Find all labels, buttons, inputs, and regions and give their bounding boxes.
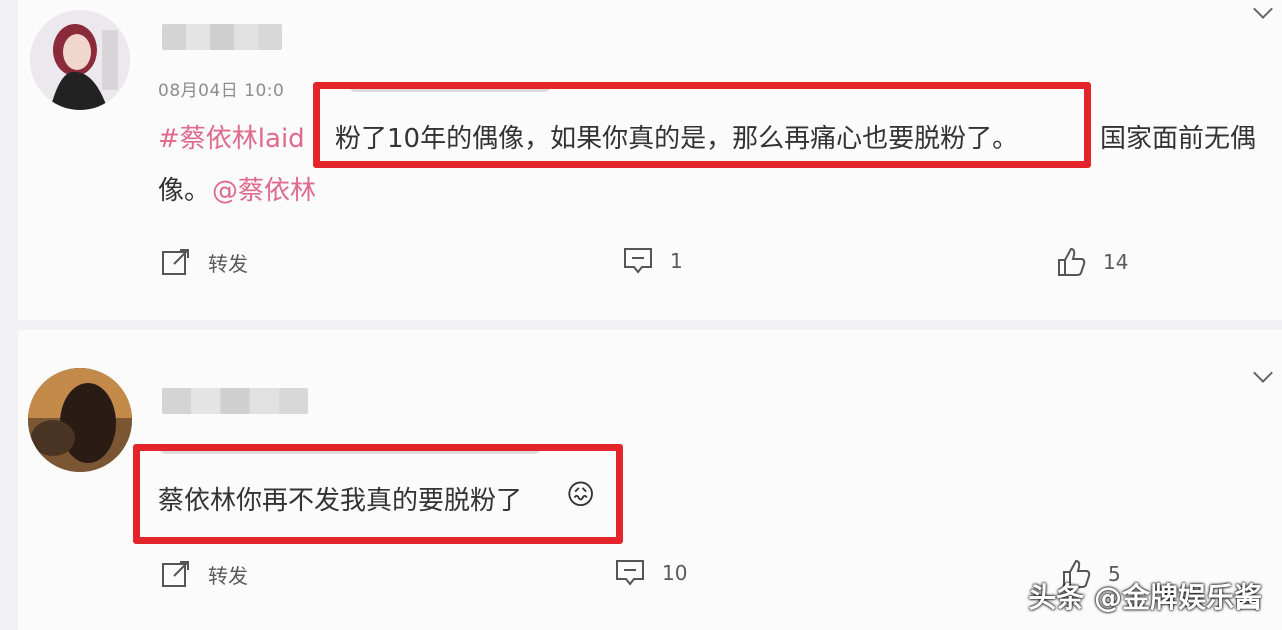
repost-label: 转发 <box>208 563 248 588</box>
hashtag-link[interactable]: #蔡依林laid <box>158 118 305 155</box>
comment-count: 10 <box>662 561 688 585</box>
watermark: 头条 @金牌娱乐酱 <box>1028 581 1262 614</box>
comment-count: 1 <box>670 249 683 273</box>
mention-link[interactable]: @蔡依林 <box>212 170 316 207</box>
comment-button[interactable]: 10 <box>614 558 687 588</box>
comment-icon <box>624 248 652 274</box>
post-text-line2: 像。 <box>158 176 211 206</box>
comment-button[interactable]: 1 <box>622 246 683 276</box>
like-button[interactable]: 14 <box>1055 246 1128 278</box>
username-blurred <box>162 24 282 50</box>
post-text-continued: 国家面前无偶 <box>1100 124 1257 154</box>
highlight-box <box>313 82 1091 168</box>
avatar[interactable] <box>28 368 132 472</box>
repost-button[interactable]: 转发 <box>160 558 248 590</box>
username-blurred <box>162 388 308 414</box>
avatar[interactable] <box>30 10 130 110</box>
thumbs-up-icon <box>1058 247 1086 276</box>
repost-icon <box>162 249 189 275</box>
comment-icon <box>616 560 644 586</box>
repost-icon <box>162 561 189 587</box>
repost-button[interactable]: 转发 <box>160 246 248 278</box>
repost-label: 转发 <box>208 251 248 276</box>
highlight-box <box>133 444 623 544</box>
post-timestamp: 08月04日 10:0 <box>158 81 285 101</box>
like-count: 14 <box>1103 250 1129 274</box>
